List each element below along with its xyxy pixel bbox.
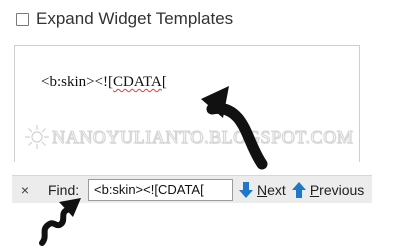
find-bar: × Find: Next Previous <box>12 175 372 203</box>
previous-button[interactable]: Previous <box>291 181 364 198</box>
code-suffix: [ <box>161 74 167 90</box>
squiggle-arrow-icon <box>39 198 81 246</box>
screenshot: Expand Widget Templates <b:skin><![CDATA… <box>0 0 400 250</box>
editor-code-line[interactable]: <b:skin><![CDATA[ <box>41 74 167 91</box>
code-prefix: <b:skin><![ <box>41 74 114 90</box>
previous-label[interactable]: Previous <box>310 182 364 198</box>
find-input[interactable] <box>94 182 232 197</box>
arrow-up-icon[interactable] <box>291 181 306 198</box>
next-label[interactable]: Next <box>257 182 286 198</box>
close-icon[interactable]: × <box>21 182 29 198</box>
expand-widget-templates-checkbox[interactable] <box>16 12 29 26</box>
expand-widget-templates-label[interactable]: Expand Widget Templates <box>36 9 233 29</box>
arrow-down-icon[interactable] <box>239 181 253 198</box>
next-button[interactable]: Next <box>239 181 286 198</box>
template-editor[interactable]: <b:skin><![CDATA[ <box>14 45 360 162</box>
close-button[interactable]: × <box>16 181 34 199</box>
code-highlight: CDATA <box>113 74 162 90</box>
find-label: Find: <box>48 181 80 198</box>
expand-widget-templates-row[interactable]: Expand Widget Templates <box>16 9 233 29</box>
find-input-box[interactable] <box>88 178 233 201</box>
